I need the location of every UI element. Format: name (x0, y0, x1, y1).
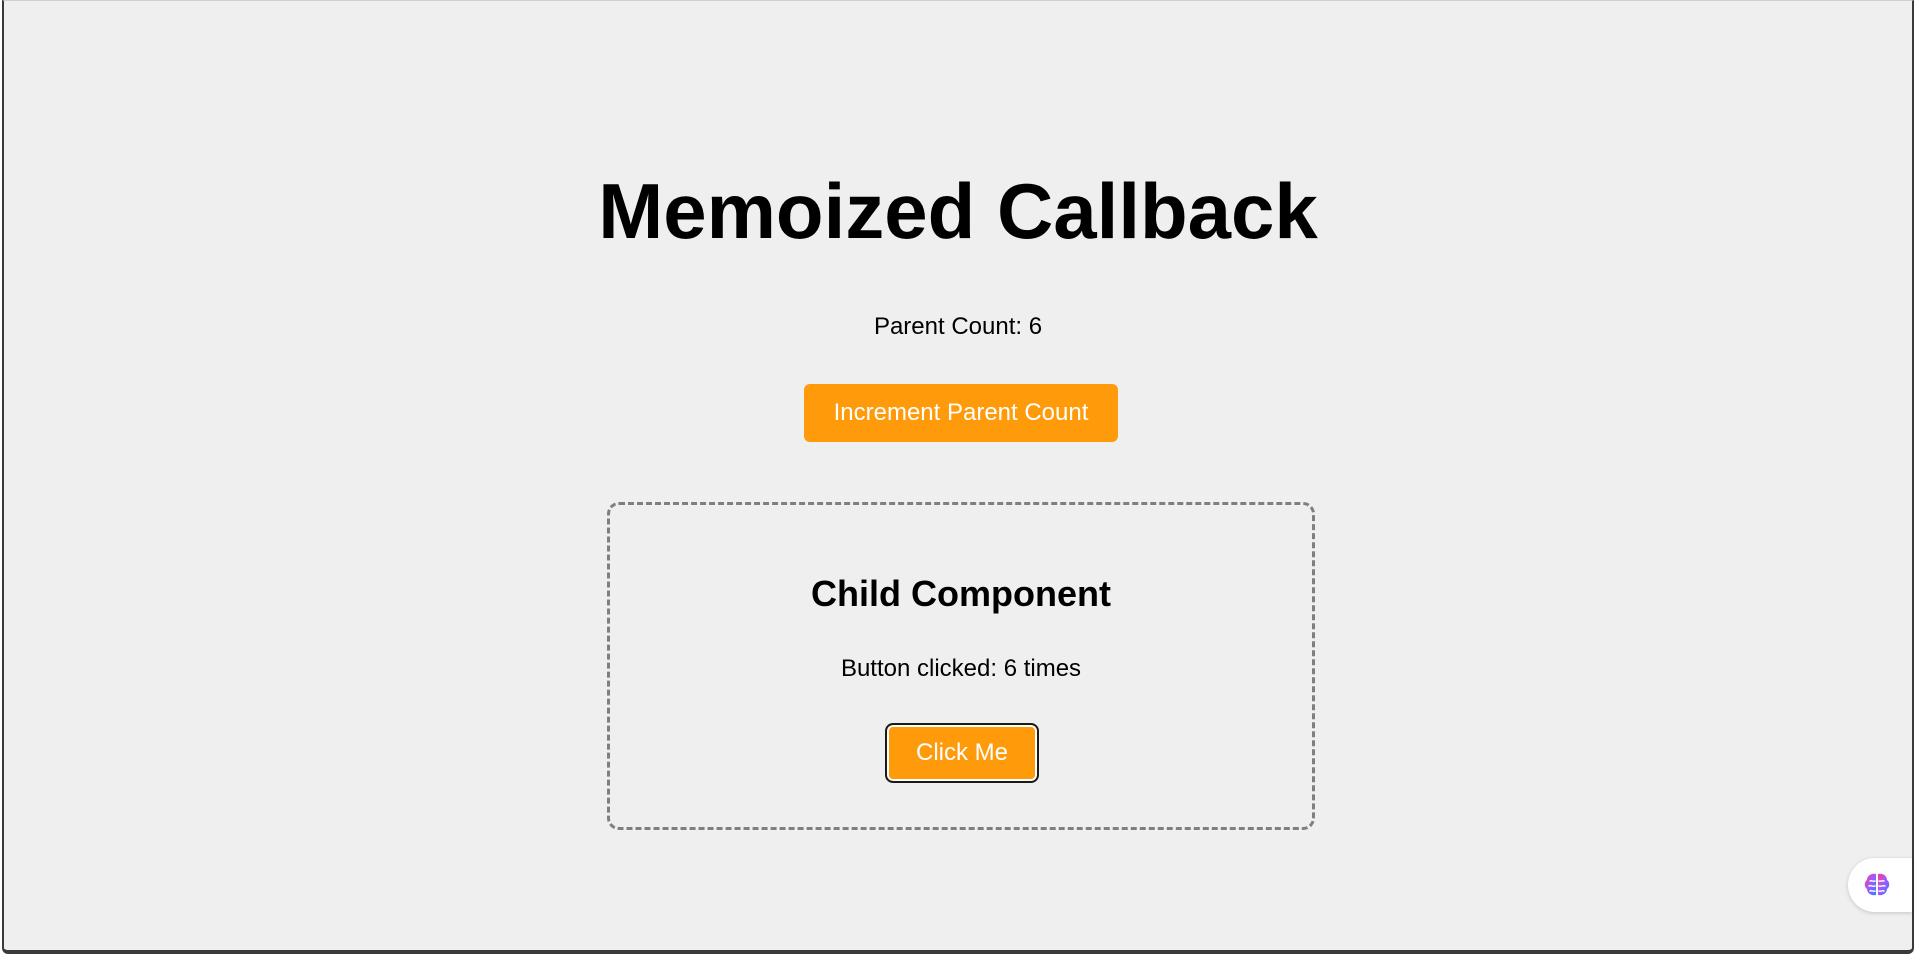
page-viewport: Memoized Callback Parent Count: 6 Increm… (2, 0, 1914, 954)
parent-count-text: Parent Count: 6 (873, 313, 1043, 340)
page-title: Memoized Callback (598, 167, 1318, 255)
click-me-button[interactable]: Click Me (885, 723, 1039, 783)
brain-icon (1864, 873, 1890, 896)
child-component-title: Child Component (811, 573, 1111, 614)
child-component-box: Child Component Button clicked: 6 times … (607, 502, 1315, 830)
extension-floating-button[interactable] (1848, 858, 1912, 912)
button-clicked-count-text: Button clicked: 6 times (840, 655, 1082, 682)
increment-parent-count-button[interactable]: Increment Parent Count (804, 384, 1118, 442)
